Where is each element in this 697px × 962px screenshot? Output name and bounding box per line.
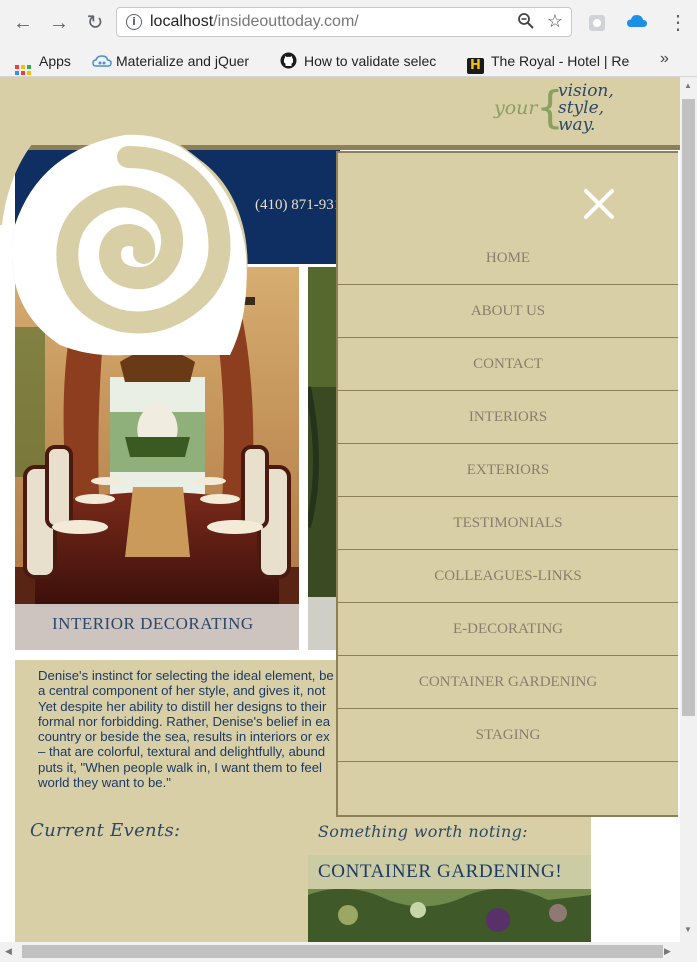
scroll-right-arrow-icon[interactable]: ▶	[664, 946, 671, 957]
garden-caption: CONTAINER GARDENING!	[308, 855, 591, 889]
photo-caption[interactable]: INTERIOR DECORATING	[15, 604, 299, 650]
address-bar[interactable]: i localhost/insideouttoday.com/ ☆	[116, 7, 572, 37]
vertical-scrollbar[interactable]: ▲ ▼	[680, 77, 697, 942]
close-icon[interactable]	[582, 187, 616, 221]
paragraph-line: a central component of her style, and gi…	[38, 683, 326, 699]
back-icon[interactable]: ←	[10, 10, 36, 36]
swirl-logo-icon[interactable]	[0, 77, 256, 357]
container-gardening-label: CONTAINER GARDENING!	[318, 861, 563, 882]
reload-icon[interactable]: ↻	[82, 10, 108, 36]
about-paragraph: Denise's instinct for selecting the idea…	[38, 668, 340, 793]
interior-decorating-label: INTERIOR DECORATING	[52, 614, 254, 633]
paragraph-line: puts it, "When people walk in, I want th…	[38, 759, 322, 775]
tagline-your: your	[494, 97, 538, 119]
menu-item-e-decorating[interactable]: E-DECORATING	[338, 603, 678, 656]
hotel-h-icon: H	[467, 58, 484, 74]
scroll-left-arrow-icon[interactable]: ◀	[5, 946, 12, 957]
something-noting-heading: Something worth noting:	[318, 822, 528, 841]
forward-icon[interactable]: →	[46, 10, 72, 36]
bookmark-label: Materialize and jQuer	[116, 53, 250, 69]
paragraph-line: Denise's instinct for selecting the idea…	[38, 668, 334, 683]
menu-item-exteriors[interactable]: EXTERIORS	[338, 444, 678, 497]
bookmark-label: The Royal - Hotel | Re	[491, 53, 630, 69]
menu-item-contact[interactable]: CONTACT	[338, 338, 678, 391]
menu-item-home[interactable]: HOME	[338, 232, 678, 285]
cloud-icon	[92, 53, 112, 69]
menu-item-interiors[interactable]: INTERIORS	[338, 391, 678, 444]
paragraph-line: country or beside the sea, results in in…	[38, 729, 330, 745]
menu-item-colleagues-links[interactable]: COLLEAGUES-LINKS	[338, 550, 678, 603]
nav-menu-list: HOME ABOUT US CONTACT INTERIORS EXTERIOR…	[338, 232, 678, 762]
info-icon[interactable]: i	[126, 14, 142, 30]
url-path: /insideouttoday.com/	[213, 13, 359, 30]
tagline-logo: your { vision, style, way.	[494, 83, 624, 143]
horizontal-scroll-thumb[interactable]	[22, 945, 663, 958]
vertical-scroll-thumb[interactable]	[682, 99, 695, 716]
extension-icon[interactable]	[586, 12, 608, 34]
scroll-up-arrow-icon[interactable]: ▲	[684, 81, 692, 90]
current-events-heading: Current Events:	[30, 820, 181, 841]
bookmarks-bar: Apps Materialize and jQuer How to valida…	[0, 46, 697, 81]
container-gardening-photo[interactable]: CONTAINER GARDENING!	[308, 855, 591, 942]
horizontal-scrollbar[interactable]: ◀ ▶	[0, 942, 697, 962]
paragraph-line: formal nor forbidding. Rather, Denise's …	[38, 713, 331, 729]
menu-item-staging[interactable]: STAGING	[338, 709, 678, 762]
menu-item-container-gardening[interactable]: CONTAINER GARDENING	[338, 656, 678, 709]
tagline-word: way.	[558, 115, 596, 135]
url-host: localhost	[150, 13, 214, 30]
page-viewport: your { vision, style, way. (410) 871-931	[0, 77, 680, 942]
paragraph-line: world they want to be."	[38, 775, 171, 791]
tagline-words: vision, style, way.	[558, 83, 614, 134]
bookmark-label: Apps	[39, 53, 71, 69]
cloud-extension-icon[interactable]	[626, 13, 648, 29]
paragraph-line: Yet despite her ability to distill her d…	[38, 698, 327, 714]
bookmarks-more-icon[interactable]: »	[660, 50, 669, 68]
bookmark-royal-hotel[interactable]: H The Royal - Hotel | Re	[467, 52, 630, 74]
github-icon	[280, 52, 297, 69]
menu-item-testimonials[interactable]: TESTIMONIALS	[338, 497, 678, 550]
bookmark-star-icon[interactable]: ☆	[547, 11, 563, 32]
nav-menu-overlay: HOME ABOUT US CONTACT INTERIORS EXTERIOR…	[336, 151, 678, 817]
menu-item-about-us[interactable]: ABOUT US	[338, 285, 678, 338]
address-url[interactable]: localhost/insideouttoday.com/	[150, 13, 359, 31]
scroll-down-arrow-icon[interactable]: ▼	[684, 925, 692, 934]
browser-menu-icon[interactable]: ⋮	[668, 10, 688, 35]
bookmark-label: How to validate selec	[304, 53, 437, 69]
browser-toolbar: ← → ↻ i localhost/insideouttoday.com/ ☆ …	[0, 0, 697, 46]
bookmark-validate[interactable]: How to validate selec	[280, 52, 436, 70]
bookmark-apps[interactable]: Apps	[15, 52, 71, 81]
phone-number[interactable]: (410) 871-931	[255, 197, 341, 214]
bookmark-materialize[interactable]: Materialize and jQuer	[92, 52, 249, 70]
paragraph-line: – that are colorful, textural and deligh…	[38, 744, 326, 760]
zoom-icon[interactable]	[517, 12, 535, 35]
